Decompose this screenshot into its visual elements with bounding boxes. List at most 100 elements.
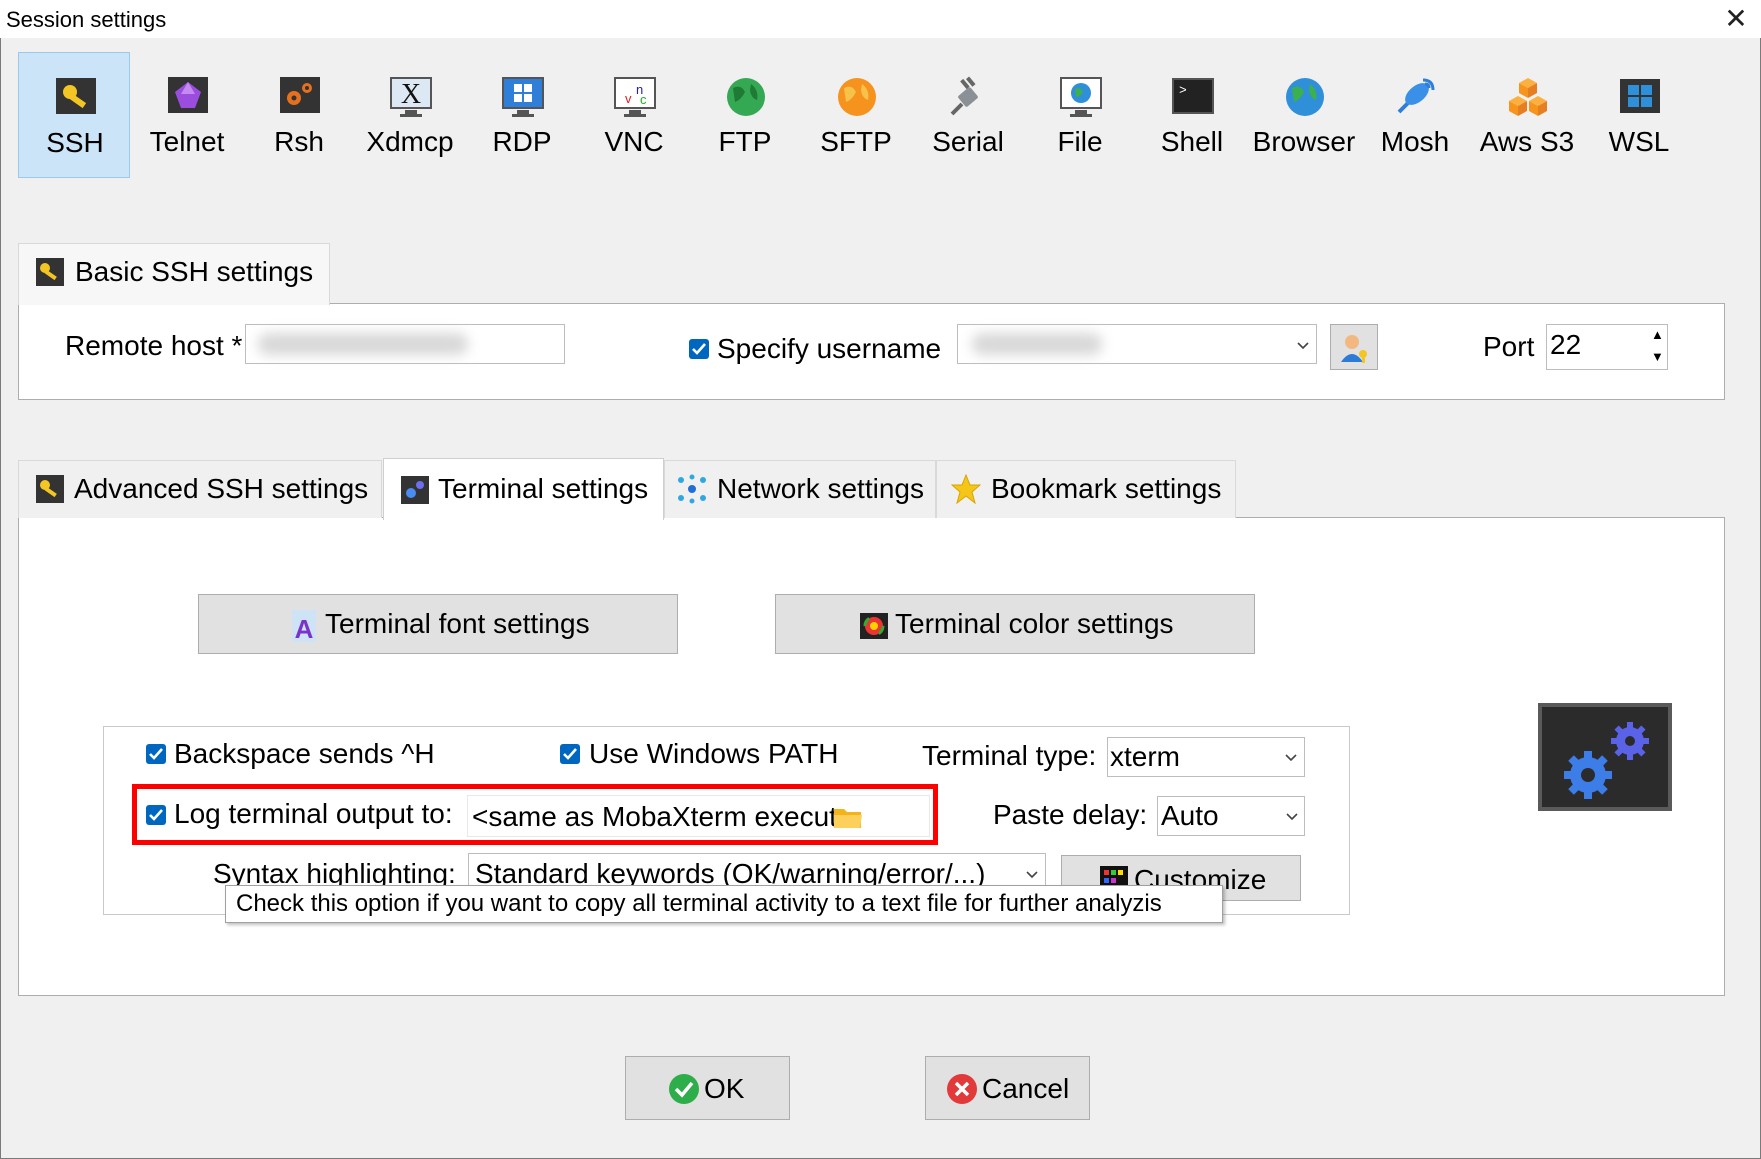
session-type-label: Rsh	[274, 126, 324, 157]
session-type-rdp[interactable]: RDP	[466, 52, 578, 178]
username-combo[interactable]	[957, 324, 1317, 364]
session-type-xdmcp[interactable]: X Xdmcp	[354, 52, 466, 178]
terminal-gears-icon	[401, 476, 429, 504]
network-icon	[678, 474, 706, 504]
ftp-globe-icon	[727, 78, 765, 116]
port-spinbox[interactable]: 22 ▲ ▼	[1546, 324, 1668, 370]
use-windows-path-label: Use Windows PATH	[589, 738, 839, 769]
use-windows-path-checkbox[interactable]	[560, 744, 580, 764]
tooltip: Check this option if you want to copy al…	[225, 885, 1223, 923]
session-type-label: Xdmcp	[366, 126, 454, 157]
gears-icon	[1564, 722, 1649, 799]
terminal-type-select[interactable]: xterm	[1107, 737, 1305, 777]
port-label: Port	[1483, 331, 1535, 362]
redacted-host-value	[258, 333, 468, 355]
vnc-monitor-icon: vnc	[614, 77, 656, 117]
session-type-label: Browser	[1252, 126, 1356, 157]
chevron-down-icon	[1286, 813, 1298, 821]
tab-terminal-settings-label: Terminal settings	[438, 473, 649, 504]
session-type-ssh[interactable]: SSH	[18, 52, 130, 178]
serial-plug-icon	[950, 76, 978, 116]
session-type-label: RDP	[492, 126, 552, 157]
session-type-label: SSH	[46, 127, 104, 158]
session-type-vnc[interactable]: v n c VNC	[578, 52, 690, 178]
session-type-shell[interactable]: > Shell	[1136, 52, 1248, 178]
port-value: 22	[1550, 329, 1582, 360]
cancel-circle-icon	[947, 1074, 977, 1104]
session-type-label: Serial	[932, 126, 1004, 157]
chevron-down-icon	[1297, 342, 1309, 350]
wrench-icon	[36, 475, 64, 503]
session-type-label: WSL	[1608, 126, 1670, 157]
session-type-ftp[interactable]: FTP	[689, 52, 801, 178]
ok-button[interactable]: OK	[625, 1056, 790, 1120]
tab-network-settings-label: Network settings	[717, 473, 924, 504]
session-type-label: FTP	[718, 126, 772, 157]
sftp-globe-icon	[838, 78, 876, 116]
tab-basic-ssh-label: Basic SSH settings	[75, 256, 314, 287]
window-title: Session settings	[6, 7, 167, 32]
ssh-key-icon	[56, 78, 96, 114]
telnet-gem-icon	[168, 77, 208, 113]
svg-text:>: >	[1179, 83, 1187, 98]
paste-delay-value: Auto	[1161, 800, 1219, 831]
session-type-aws-s3[interactable]: Aws S3	[1471, 52, 1583, 178]
session-type-wsl[interactable]: WSL	[1583, 52, 1695, 178]
cancel-button[interactable]: Cancel	[925, 1056, 1090, 1120]
ok-label: OK	[704, 1073, 745, 1104]
tab-basic-ssh[interactable]: Basic SSH settings	[18, 243, 330, 305]
session-type-rsh[interactable]: Rsh	[243, 52, 355, 178]
paste-delay-label: Paste delay:	[993, 799, 1148, 830]
tab-terminal-settings[interactable]: Terminal settings	[383, 458, 664, 520]
title-bar	[0, 0, 1761, 38]
remote-host-input[interactable]	[245, 324, 565, 364]
close-button[interactable]: ✕	[1718, 2, 1754, 36]
tab-network-settings[interactable]: Network settings	[664, 460, 936, 518]
session-type-label: Shell	[1160, 126, 1224, 157]
font-letter-a-icon: A	[292, 610, 316, 643]
session-type-mosh[interactable]: Mosh	[1359, 52, 1471, 178]
tab-bookmark-settings[interactable]: Bookmark settings	[936, 460, 1236, 518]
chevron-down-icon	[1026, 871, 1038, 879]
color-palette-icon	[860, 613, 888, 639]
session-type-sftp[interactable]: SFTP	[800, 52, 912, 178]
cancel-label: Cancel	[982, 1073, 1070, 1104]
session-type-serial[interactable]: Serial	[912, 52, 1024, 178]
terminal-settings-image	[1538, 703, 1672, 811]
terminal-color-settings-button[interactable]: Terminal color settings	[775, 594, 1255, 654]
specify-username-checkbox[interactable]	[689, 339, 709, 359]
svg-text:v: v	[625, 91, 632, 106]
redacted-username-value	[972, 333, 1102, 355]
session-type-file[interactable]: File	[1024, 52, 1136, 178]
rdp-windows-monitor-icon	[502, 77, 544, 117]
backspace-sends-h-checkbox[interactable]	[146, 744, 166, 764]
session-type-label: File	[1057, 126, 1103, 157]
file-monitor-icon	[1060, 77, 1102, 117]
terminal-font-settings-button[interactable]: A Terminal font settings	[198, 594, 678, 654]
session-type-label: VNC	[604, 126, 664, 157]
port-down-arrow[interactable]: ▼	[1651, 349, 1664, 364]
paste-delay-select[interactable]: Auto	[1157, 796, 1305, 836]
terminal-type-value: xterm	[1110, 741, 1180, 772]
user-credentials-button[interactable]	[1330, 324, 1378, 370]
svg-text:c: c	[640, 92, 647, 107]
user-key-icon	[1341, 335, 1367, 363]
session-type-label: SFTP	[820, 126, 892, 157]
xdmcp-x-monitor-icon: X	[390, 77, 432, 117]
highlight-box	[132, 784, 938, 845]
port-up-arrow[interactable]: ▲	[1651, 327, 1664, 342]
tab-bookmark-settings-label: Bookmark settings	[991, 473, 1222, 504]
svg-text:A: A	[295, 614, 314, 643]
rsh-gears-icon	[280, 77, 320, 113]
terminal-font-settings-label: Terminal font settings	[325, 608, 590, 639]
tab-advanced-ssh[interactable]: Advanced SSH settings	[18, 460, 382, 518]
check-circle-icon	[669, 1074, 699, 1104]
session-type-telnet[interactable]: Telnet	[131, 52, 243, 178]
session-type-label: Mosh	[1380, 126, 1450, 157]
wsl-windows-icon	[1620, 79, 1660, 113]
session-type-browser[interactable]: Browser	[1248, 52, 1360, 178]
terminal-type-label: Terminal type:	[922, 740, 1097, 771]
remote-host-label: Remote host *	[65, 330, 243, 361]
tab-advanced-ssh-label: Advanced SSH settings	[74, 473, 369, 504]
svg-text:X: X	[401, 79, 421, 110]
